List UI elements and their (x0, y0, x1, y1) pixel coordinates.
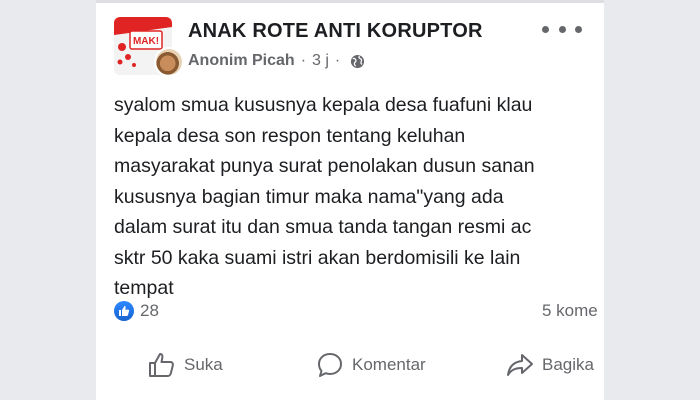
like-button[interactable]: Suka (148, 345, 223, 385)
thumbs-up-outline-icon (149, 353, 174, 377)
post-action-bar: Suka Komentar Bagika (96, 345, 604, 385)
divider (96, 0, 604, 3)
comments-count-link[interactable]: 5 kome (542, 301, 598, 321)
reaction-count: 28 (140, 301, 159, 320)
author-name-link[interactable]: Anonim Picah (188, 52, 295, 70)
share-arrow-icon (507, 354, 533, 376)
post-text-line: tempat (114, 277, 174, 299)
comment-bubble-icon (318, 353, 342, 377)
meta-separator: · (300, 52, 307, 69)
share-label: Bagika (542, 355, 594, 374)
comment-button[interactable]: Komentar (316, 345, 426, 385)
post-text-line: sktr 50 kaka suami istri akan berdomisil… (114, 246, 521, 269)
author-avatar-image (156, 49, 182, 75)
post-card: MAK! ANAK ROTE ANTI KORUPTOR Anonim Pica… (96, 0, 604, 400)
group-name-link[interactable]: ANAK ROTE ANTI KORUPTOR (188, 20, 483, 43)
meta-separator-2: · (334, 52, 341, 69)
post-meta: Anonim Picah · 3 j · (188, 52, 365, 70)
post-text: syalom smua kususnya kepala desa fuafuni… (114, 90, 604, 304)
post-text-line: kepala desa son respon tentang keluhan (114, 124, 466, 147)
more-options-button[interactable] (542, 18, 582, 40)
post-text-line: dalam surat itu dan smua tanda tangan re… (114, 216, 532, 238)
author-avatar[interactable] (154, 47, 184, 77)
share-button[interactable]: Bagika (506, 345, 594, 385)
like-label: Suka (184, 355, 223, 374)
comment-label: Komentar (352, 355, 426, 374)
reactions-summary[interactable]: 28 (114, 301, 159, 321)
post-text-line: syalom smua kususnya kepala desa fuafuni… (114, 94, 533, 116)
thumbs-up-icon (114, 301, 134, 321)
post-text-line: masyarakat punya surat penolakan dusun s… (114, 155, 535, 177)
more-options-icon (542, 25, 549, 33)
globe-icon (351, 54, 365, 68)
post-timestamp[interactable]: 3 j (312, 52, 329, 70)
post-text-line: kususnya bagian timur maka nama"yang ada (114, 185, 504, 208)
avatar-label: MAK! (133, 36, 159, 47)
